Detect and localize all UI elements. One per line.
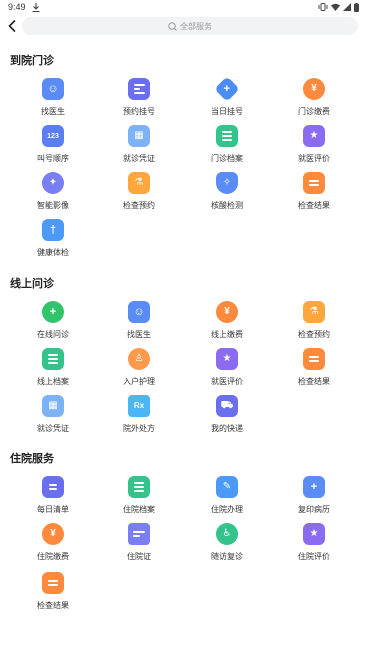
chevron-left-icon	[8, 20, 16, 32]
service-item-hospital-card[interactable]: 住院证	[104, 523, 174, 567]
service-item-imaging[interactable]: ✦ 智能影像	[18, 172, 88, 216]
follow-up-icon: ♿	[216, 523, 238, 545]
visit-voucher-icon: ▦	[128, 125, 150, 147]
search-input[interactable]: 全部服务	[22, 17, 358, 35]
service-item-evaluation[interactable]: ★ 就医评价	[192, 348, 262, 392]
service-item-voucher[interactable]: ▦ 就诊凭证	[18, 395, 88, 439]
section-title: 到院门诊	[10, 55, 54, 67]
service-item-find-doctor[interactable]: ☺ 找医生	[104, 301, 174, 345]
service-item-prescription[interactable]: Rx 院外处方	[104, 395, 174, 439]
service-item-exam-result[interactable]: 检查结果	[279, 348, 349, 392]
service-item-find-doctor[interactable]: ☺ 找医生	[18, 78, 88, 122]
same-day-register-icon: +	[214, 76, 240, 102]
download-icon	[32, 2, 40, 12]
queue-number-icon: 123	[42, 125, 64, 147]
section-title: 住院服务	[10, 453, 54, 465]
payment-icon: ¥	[216, 301, 238, 323]
service-item-exam-result[interactable]: 检查结果	[18, 572, 88, 616]
payment-icon: ¥	[42, 523, 64, 545]
evaluation-icon: ★	[216, 348, 238, 370]
appointment-icon	[128, 78, 150, 100]
service-item-daily-list[interactable]: 每日清单	[18, 476, 88, 520]
exam-result-icon	[303, 172, 325, 194]
battery-icon	[354, 2, 359, 12]
service-item-exam-result[interactable]: 检查结果	[279, 172, 349, 216]
service-item-inpatient-records[interactable]: 住院档案	[104, 476, 174, 520]
payment-icon: ¥	[303, 78, 325, 100]
exam-result-icon	[42, 572, 64, 594]
service-item-delivery[interactable]: ⛟ 我的快递	[192, 395, 262, 439]
imaging-icon: ✦	[42, 172, 64, 194]
service-item-inpatient-evaluation[interactable]: ★ 住院评价	[279, 523, 349, 567]
service-item-voucher[interactable]: ▦ 就诊凭证	[104, 125, 174, 169]
status-bar: 9:49	[0, 0, 367, 14]
status-time: 9:49	[8, 2, 26, 12]
back-button[interactable]	[2, 15, 22, 37]
service-item-copy-records[interactable]: + 复印病历	[279, 476, 349, 520]
status-icons	[318, 2, 359, 12]
signal-icon	[343, 3, 351, 11]
service-item-health-check[interactable]: † 健康体检	[18, 219, 88, 263]
vibrate-icon	[318, 3, 328, 11]
doctor-icon: ☺	[42, 78, 64, 100]
admission-icon: ✎	[216, 476, 238, 498]
exam-booking-icon: ⚗	[303, 301, 325, 323]
wifi-icon	[331, 3, 340, 11]
service-item-appointment[interactable]: 预约挂号	[104, 78, 174, 122]
header: 全部服务	[0, 15, 367, 37]
visit-voucher-icon: ▦	[42, 395, 64, 417]
section-title: 线上问诊	[10, 278, 54, 290]
exam-result-icon	[303, 348, 325, 370]
search-icon	[168, 21, 177, 31]
records-icon	[42, 348, 64, 370]
hospital-card-icon	[128, 523, 150, 545]
service-item-queue[interactable]: 123 叫号顺序	[18, 125, 88, 169]
service-item-payment[interactable]: ¥ 门诊缴费	[279, 78, 349, 122]
home-nursing-icon: ♙	[128, 348, 150, 370]
service-item-inpatient-payment[interactable]: ¥ 住院缴费	[18, 523, 88, 567]
nucleic-test-icon: ✧	[216, 172, 238, 194]
evaluation-icon: ★	[303, 523, 325, 545]
exam-booking-icon: ⚗	[128, 172, 150, 194]
evaluation-icon: ★	[303, 125, 325, 147]
daily-list-icon	[42, 476, 64, 498]
delivery-icon: ⛟	[216, 395, 238, 417]
service-item-follow-up[interactable]: ♿ 随访复诊	[192, 523, 262, 567]
service-item-admission[interactable]: ✎ 住院办理	[192, 476, 262, 520]
service-item-online-consult[interactable]: + 在线问诊	[18, 301, 88, 345]
service-item-online-payment[interactable]: ¥ 线上缴费	[192, 301, 262, 345]
service-item-nucleic[interactable]: ✧ 核酸检测	[192, 172, 262, 216]
service-item-same-day[interactable]: + 当日挂号	[192, 76, 262, 122]
service-item-records[interactable]: 门诊档案	[192, 125, 262, 169]
records-icon	[216, 125, 238, 147]
service-item-exam-booking[interactable]: ⚗ 检查预约	[279, 301, 349, 345]
service-item-online-records[interactable]: 线上档案	[18, 348, 88, 392]
records-icon	[128, 476, 150, 498]
service-item-exam-booking[interactable]: ⚗ 检查预约	[104, 172, 174, 216]
service-item-evaluation[interactable]: ★ 就医评价	[279, 125, 349, 169]
online-consult-icon: +	[42, 301, 64, 323]
prescription-icon: Rx	[128, 395, 150, 417]
doctor-icon: ☺	[128, 301, 150, 323]
service-item-home-nursing[interactable]: ♙ 入户护理	[104, 348, 174, 392]
copy-records-icon: +	[303, 476, 325, 498]
search-placeholder: 全部服务	[180, 21, 212, 31]
health-check-icon: †	[42, 219, 64, 241]
